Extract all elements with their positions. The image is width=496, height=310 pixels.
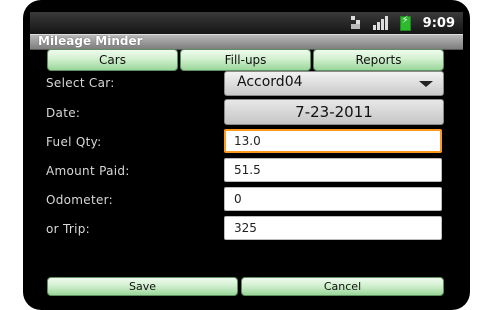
- odometer-label: Odometer:: [46, 193, 114, 207]
- 3g-icon: [350, 16, 361, 30]
- cancel-button[interactable]: Cancel: [241, 277, 444, 296]
- date-picker-button[interactable]: 7-23-2011: [224, 99, 444, 125]
- battery-charging-icon: [399, 15, 411, 31]
- reports-button[interactable]: Reports: [313, 49, 444, 71]
- status-icons: 9:09: [350, 14, 455, 32]
- status-time: 9:09: [422, 15, 455, 31]
- amount-paid-label: Amount Paid:: [46, 164, 130, 178]
- fuel-qty-label: Fuel Qty:: [46, 135, 102, 149]
- trip-label: or Trip:: [46, 222, 90, 236]
- amount-paid-input[interactable]: [224, 158, 442, 182]
- dropdown-arrow-icon: [419, 81, 433, 87]
- car-select[interactable]: Accord04: [224, 71, 444, 96]
- save-button[interactable]: Save: [47, 277, 238, 296]
- app-title: Mileage Minder: [38, 34, 143, 48]
- cars-button[interactable]: Cars: [47, 49, 178, 71]
- device-frame: 9:09 Mileage Minder Cars Fill-ups Report…: [23, 0, 470, 310]
- app-screen: 9:09 Mileage Minder Cars Fill-ups Report…: [30, 12, 463, 304]
- fillups-button[interactable]: Fill-ups: [180, 49, 311, 71]
- fuel-qty-input[interactable]: [224, 129, 442, 153]
- trip-input[interactable]: [224, 216, 442, 240]
- date-label: Date:: [46, 106, 81, 120]
- signal-icon: [372, 16, 388, 30]
- car-select-value: Accord04: [237, 74, 303, 90]
- status-bar: 9:09: [30, 12, 463, 34]
- title-bar: Mileage Minder: [30, 34, 463, 50]
- select-car-label: Select Car:: [46, 76, 115, 90]
- odometer-input[interactable]: [224, 187, 442, 211]
